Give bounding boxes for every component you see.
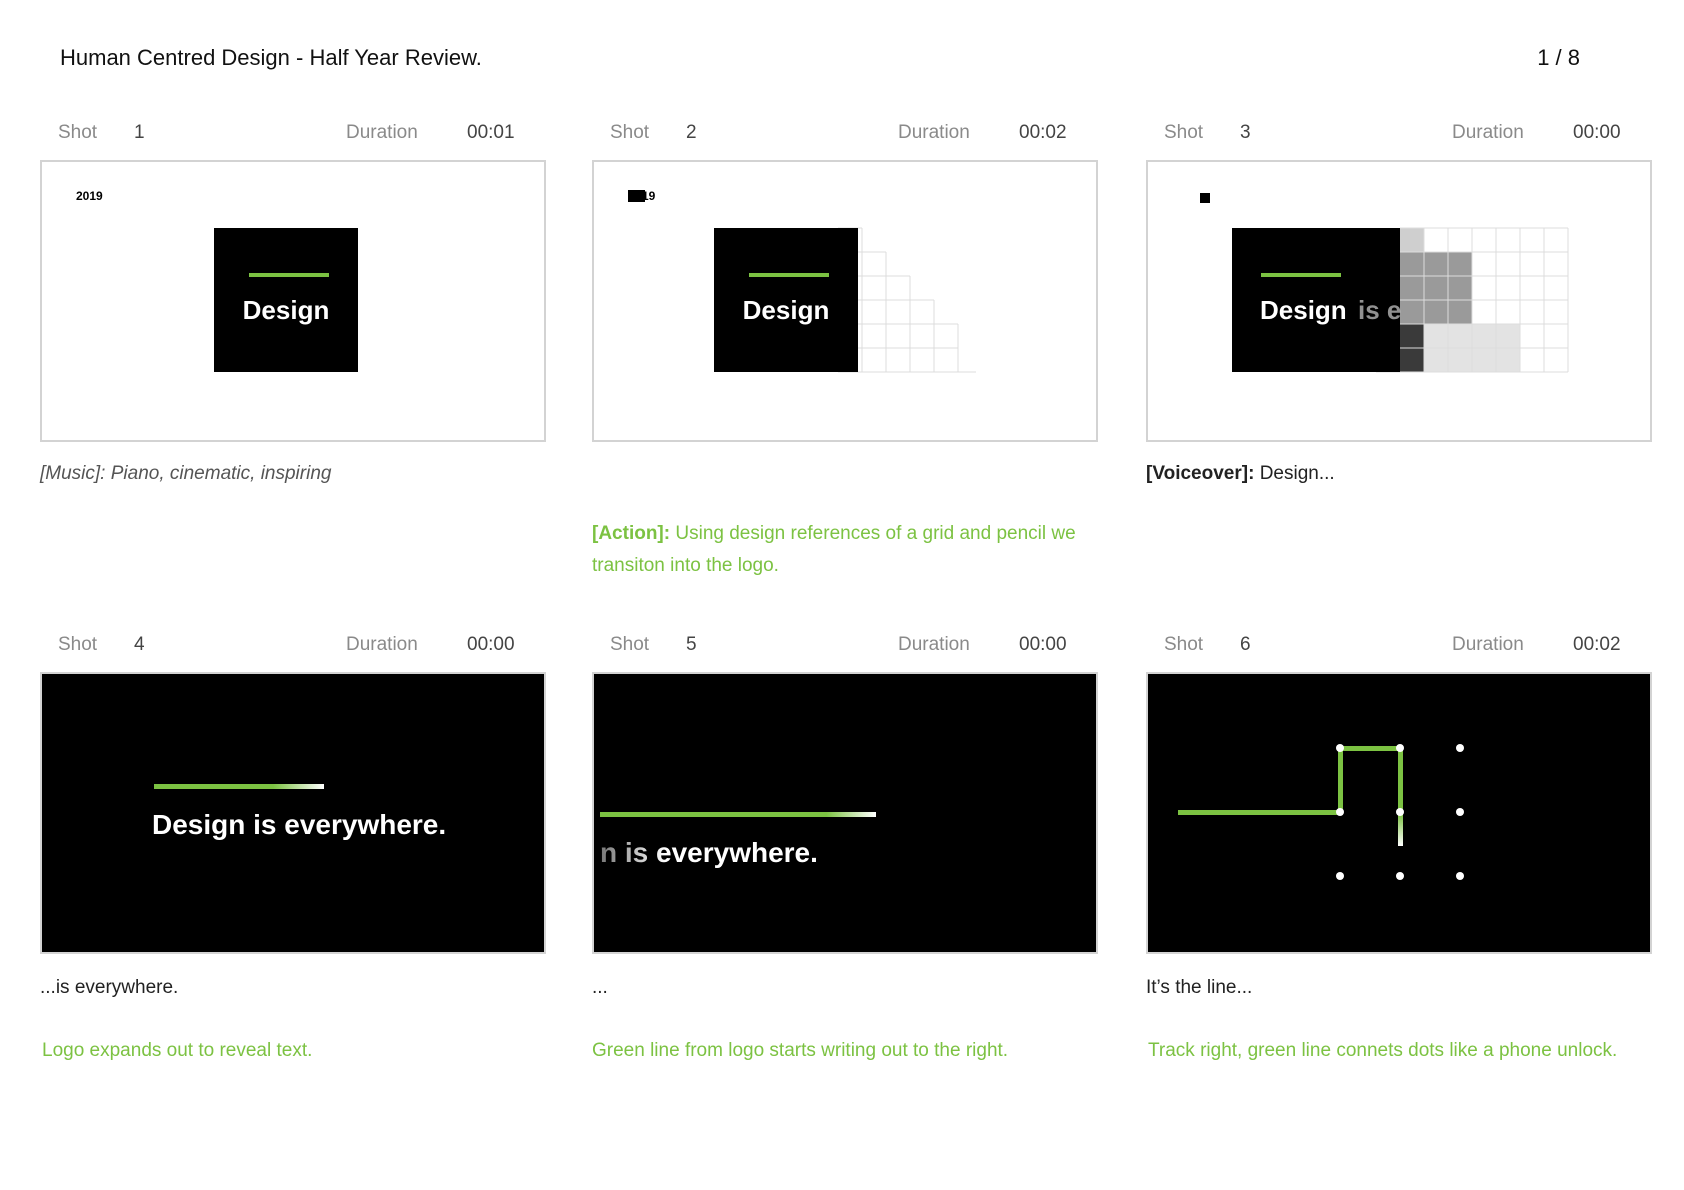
green-line: [154, 784, 324, 789]
voiceover-note: It’s the line...: [1146, 977, 1253, 998]
shot-meta: Shot 6 Duration 00:02: [1146, 634, 1652, 664]
logo-green-bar: [249, 273, 329, 277]
action-note: [Action]: Using design references of a g…: [592, 518, 1102, 582]
shot-label: Shot: [610, 122, 650, 143]
logo-text: Design: [1260, 295, 1347, 325]
unlock-line: [1178, 746, 1403, 846]
music-note: [Music]: Piano, cinematic, inspiring: [40, 458, 560, 490]
music-text: Piano, cinematic, inspiring: [110, 463, 332, 484]
headline-text: n is everywhere.: [600, 837, 818, 868]
action-note: Track right, green line connets dots lik…: [1148, 1040, 1618, 1061]
shot-number: 3: [1240, 122, 1251, 143]
shot-label: Shot: [1164, 122, 1204, 143]
shot-meta: Shot 2 Duration 00:02: [592, 122, 1098, 152]
logo-green-bar: [749, 273, 829, 277]
shot-label: Shot: [1164, 634, 1204, 655]
shot-panel-6: Shot 6 Duration 00:02 It’s the line... T…: [1146, 634, 1652, 1061]
storyboard-frame-1: 2019 Design: [40, 160, 546, 442]
logo-green-bar: [1261, 273, 1341, 277]
cursor-block: [1200, 193, 1210, 203]
pencil-block: [628, 190, 645, 202]
voiceover-note: ...is everywhere.: [40, 977, 179, 998]
shot-label: Shot: [58, 122, 98, 143]
duration-value: 00:00: [1019, 634, 1067, 655]
shot-panel-2: Shot 2 Duration 00:02 19 Design [Action]…: [592, 122, 1098, 576]
shot-panel-4: Shot 4 Duration 00:00 Design is everywhe…: [40, 634, 546, 1061]
duration-value: 00:02: [1019, 122, 1067, 143]
storyboard-frame-6: [1146, 672, 1652, 954]
shot-panel-3: Shot 3 Duration 00:00 Design is e [Voice…: [1146, 122, 1652, 484]
music-label: [Music]:: [40, 463, 106, 484]
action-note: Logo expands out to reveal text.: [42, 1040, 313, 1061]
green-line: [600, 812, 876, 817]
voiceover-label: [Voiceover]:: [1146, 463, 1255, 484]
year-label: 2019: [76, 189, 103, 203]
duration-label: Duration: [898, 122, 970, 143]
page-number: 1 / 8: [1537, 45, 1580, 70]
duration-label: Duration: [1452, 122, 1524, 143]
action-label: [Action]:: [592, 523, 671, 544]
shot-panel-1: Shot 1 Duration 00:01 2019 Design [Music…: [40, 122, 546, 484]
logo-text: Design: [243, 295, 330, 325]
shot-label: Shot: [58, 634, 98, 655]
shot-label: Shot: [610, 634, 650, 655]
storyboard-frame-4: Design is everywhere.: [40, 672, 546, 954]
duration-value: 00:00: [467, 634, 515, 655]
storyboard-frame-3: Design is e: [1146, 160, 1652, 442]
shot-meta: Shot 4 Duration 00:00: [40, 634, 546, 664]
shot-meta: Shot 1 Duration 00:01: [40, 122, 546, 152]
shot-number: 4: [134, 634, 145, 655]
duration-label: Duration: [1452, 634, 1524, 655]
duration-label: Duration: [346, 634, 418, 655]
shot-number: 2: [686, 122, 697, 143]
shot-meta: Shot 3 Duration 00:00: [1146, 122, 1652, 152]
shot-number: 6: [1240, 634, 1251, 655]
shot-meta: Shot 5 Duration 00:00: [592, 634, 1098, 664]
shot-panel-5: Shot 5 Duration 00:00 n is everywhere. .…: [592, 634, 1098, 1061]
shot-number: 1: [134, 122, 145, 143]
headline-text: Design is everywhere.: [152, 809, 446, 840]
partial-text: is e: [1358, 295, 1401, 325]
logo-text: Design: [743, 295, 830, 325]
duration-value: 00:00: [1573, 122, 1621, 143]
action-note: Green line from logo starts writing out …: [592, 1040, 1009, 1061]
voiceover-note: ...: [592, 977, 608, 998]
shot-number: 5: [686, 634, 697, 655]
storyboard-frame-2: 19 Design: [592, 160, 1098, 442]
duration-label: Duration: [346, 122, 418, 143]
reference-grid: [838, 227, 976, 373]
duration-value: 00:01: [467, 122, 515, 143]
voiceover-text: Design...: [1259, 463, 1335, 484]
storyboard-frame-5: n is everywhere.: [592, 672, 1098, 954]
duration-value: 00:02: [1573, 634, 1621, 655]
doc-title: Human Centred Design - Half Year Review.: [60, 45, 482, 70]
duration-label: Duration: [898, 634, 970, 655]
voiceover-note: [Voiceover]: Design...: [1146, 458, 1666, 490]
